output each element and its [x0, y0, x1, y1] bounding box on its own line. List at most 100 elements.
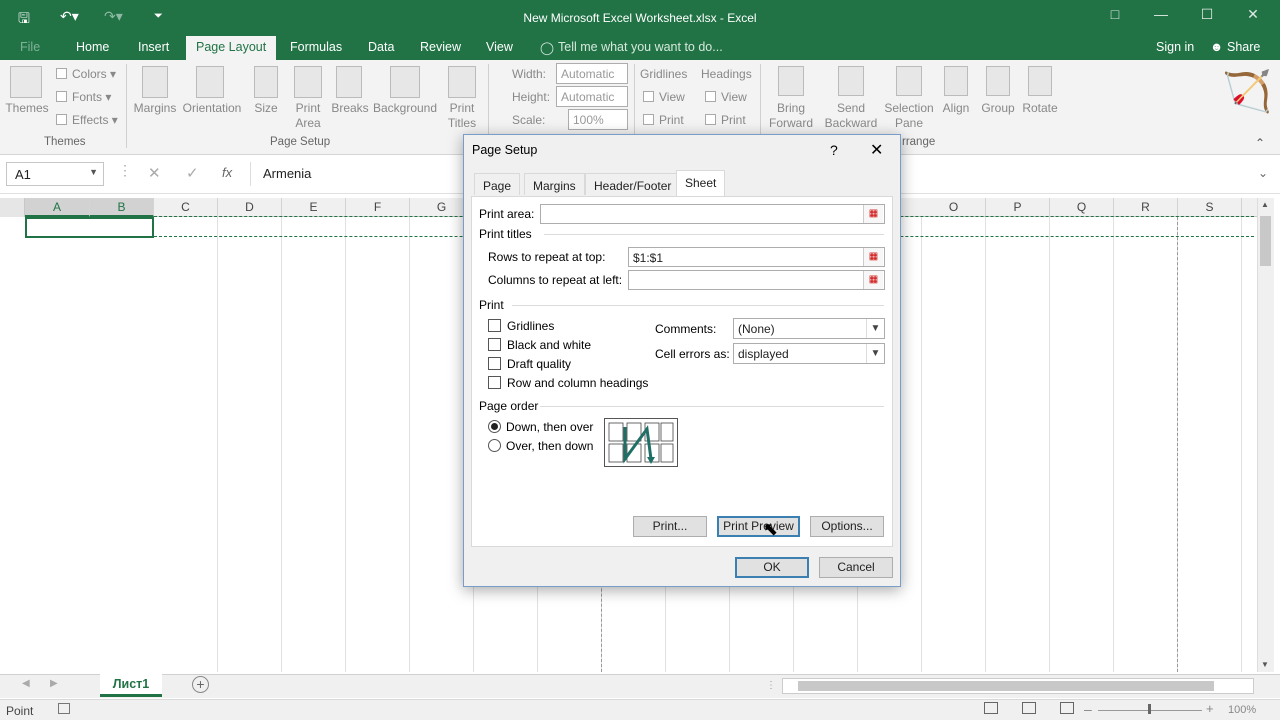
customize-qat-icon[interactable]: ⏷	[154, 10, 163, 23]
new-sheet-icon[interactable]: +	[192, 676, 209, 693]
scale-input[interactable]: 100%	[568, 109, 628, 130]
column-header-q[interactable]: Q	[1050, 198, 1114, 217]
fonts-button[interactable]: Fonts ▾	[56, 90, 111, 105]
page-layout-view-icon[interactable]	[1022, 702, 1036, 714]
rows-repeat-range-picker-icon[interactable]: ▦	[863, 248, 883, 266]
cols-repeat-range-picker-icon[interactable]: ▦	[863, 271, 883, 289]
cols-repeat-input[interactable]	[628, 270, 885, 290]
down-then-over-option[interactable]: Down, then over	[488, 420, 593, 434]
row-header[interactable]: 20	[0, 597, 25, 617]
cell-a[interactable]: 1802	[25, 497, 90, 517]
row-header[interactable]: 3	[0, 257, 25, 277]
cell-a[interactable]: 1302	[25, 397, 90, 417]
zoom-in-icon[interactable]: +	[1206, 702, 1214, 716]
row-header[interactable]: 9	[0, 377, 25, 397]
rows-repeat-input[interactable]: $1:$1	[628, 247, 885, 267]
gridlines-print-check[interactable]: Print	[643, 113, 684, 128]
cell-b[interactable]: 1874	[90, 397, 154, 417]
orientation-button[interactable]: Orientation	[180, 101, 244, 116]
row-header[interactable]: 4	[0, 277, 25, 297]
maximize-icon[interactable]: ☐	[1184, 6, 1230, 30]
tab-view[interactable]: View	[486, 40, 513, 60]
align-button[interactable]: Align	[938, 101, 974, 116]
tab-data[interactable]: Data	[368, 40, 394, 60]
colors-button[interactable]: Colors ▾	[56, 67, 116, 82]
column-header-d[interactable]: D	[218, 198, 282, 217]
row-header[interactable]: 5	[0, 297, 25, 317]
row-header[interactable]: 17	[0, 537, 25, 557]
send-backward-button[interactable]: Send Backward	[820, 101, 882, 131]
print-area-button[interactable]: Print Area	[286, 101, 330, 131]
print-area-input[interactable]	[540, 204, 885, 224]
split-handle-icon[interactable]: ⋮	[766, 680, 776, 691]
name-box[interactable]: A1 ▼	[6, 162, 104, 186]
rotate-button[interactable]: Rotate	[1020, 101, 1060, 116]
dialog-tab-header-footer[interactable]: Header/Footer	[585, 173, 681, 195]
cell-a[interactable]: 1602	[25, 457, 90, 477]
cell-a[interactable]: 1202	[25, 377, 90, 397]
effects-button[interactable]: Effects ▾	[56, 113, 118, 128]
column-header-e[interactable]: E	[282, 198, 346, 217]
headings-print-check[interactable]: Print	[705, 113, 746, 128]
minimize-icon[interactable]: —	[1138, 6, 1184, 30]
cell-b[interactable]: 859	[90, 257, 154, 277]
column-header-p[interactable]: P	[986, 198, 1050, 217]
column-header-a[interactable]: A	[25, 198, 90, 217]
cell-b[interactable]: 1294	[90, 317, 154, 337]
row-header[interactable]: 10	[0, 397, 25, 417]
page-break-view-icon[interactable]	[1060, 702, 1074, 714]
tab-insert[interactable]: Insert	[138, 40, 169, 60]
over-then-down-option[interactable]: Over, then down	[488, 439, 593, 453]
row-header[interactable]: 15	[0, 497, 25, 517]
margins-button[interactable]: Margins	[130, 101, 180, 116]
column-header-o[interactable]: O	[922, 198, 986, 217]
cell-b[interactable]: 2744	[90, 517, 154, 537]
tab-home[interactable]: Home	[76, 40, 109, 60]
column-header-c[interactable]: C	[154, 198, 218, 217]
zoom-level[interactable]: 100%	[1228, 704, 1256, 716]
cell-errors-select[interactable]: displayed ▼	[733, 343, 885, 364]
ribbon-display-icon[interactable]: □	[1092, 6, 1138, 30]
cell-b[interactable]: 1004	[90, 277, 154, 297]
cell-a[interactable]: 1902	[25, 517, 90, 537]
insert-function-icon[interactable]: fx	[222, 165, 232, 180]
cell-a[interactable]: 802	[25, 297, 90, 317]
size-button[interactable]: Size	[250, 101, 282, 116]
row-header[interactable]: 14	[0, 477, 25, 497]
cell-b[interactable]: 2019	[90, 417, 154, 437]
headings-view-check[interactable]: View	[705, 90, 747, 105]
over-then-down-radio[interactable]	[488, 439, 501, 452]
row-header[interactable]: 22	[0, 637, 25, 657]
draft-quality-checkbox[interactable]	[488, 357, 501, 370]
cell-a[interactable]: 702	[25, 277, 90, 297]
cell-a[interactable]: 1502	[25, 437, 90, 457]
black-white-checkbox[interactable]	[488, 338, 501, 351]
row-header[interactable]: 2	[0, 237, 25, 257]
tab-page-layout[interactable]: Page Layout	[186, 36, 277, 60]
cell-b[interactable]: 1729	[90, 377, 154, 397]
cell-a[interactable]: 2302	[25, 597, 90, 617]
dialog-tab-sheet[interactable]: Sheet	[676, 170, 726, 196]
row-header[interactable]: 8	[0, 357, 25, 377]
cancel-button[interactable]: Cancel	[819, 557, 893, 578]
height-select[interactable]: Automatic	[556, 86, 628, 107]
background-button[interactable]: Background	[372, 101, 438, 116]
options-button[interactable]: Options...	[810, 516, 884, 537]
down-then-over-radio[interactable]	[488, 420, 501, 433]
tab-formulas[interactable]: Formulas	[290, 40, 342, 60]
cell-b[interactable]: 2454	[90, 477, 154, 497]
width-select[interactable]: Automatic	[556, 63, 628, 84]
macro-record-icon[interactable]	[58, 703, 70, 714]
draft-quality-check[interactable]: Draft quality	[488, 357, 571, 371]
cell-a[interactable]: 502	[25, 237, 90, 257]
gridlines-view-check[interactable]: View	[643, 90, 685, 105]
cell-a[interactable]: 1702	[25, 477, 90, 497]
themes-button[interactable]: Themes	[4, 101, 50, 116]
sheet-tab[interactable]: Лист1	[100, 674, 162, 697]
cell-a[interactable]: 2002	[25, 537, 90, 557]
enter-icon[interactable]: ✓	[186, 164, 199, 182]
cancel-icon[interactable]: ✕	[148, 164, 161, 182]
share-button[interactable]: Share	[1227, 40, 1260, 60]
bring-forward-button[interactable]: Bring Forward	[762, 101, 820, 131]
cell-b[interactable]: 2164	[90, 437, 154, 457]
